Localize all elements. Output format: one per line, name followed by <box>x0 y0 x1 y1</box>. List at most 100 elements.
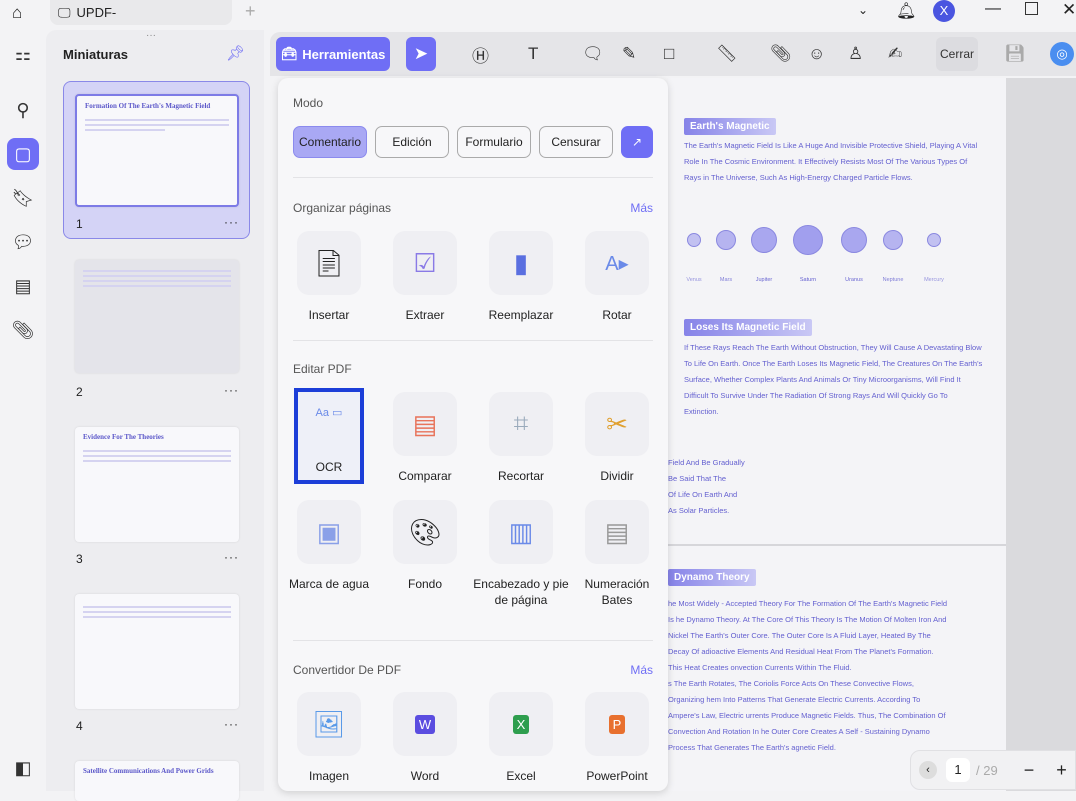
minimize-button[interactable]: — <box>985 0 1001 18</box>
divider <box>293 340 653 341</box>
tools-button[interactable]: 🧰︎ Herramientas <box>276 37 390 71</box>
header-footer-icon: ▥ <box>489 500 553 564</box>
organize-more-link[interactable]: Más <box>630 201 653 215</box>
grid-icon[interactable]: ⚏ <box>7 38 39 70</box>
attachment-file-icon[interactable]: ▤ <box>7 270 39 302</box>
page-options-button[interactable]: ··· <box>224 550 239 564</box>
convert-powerpoint-tool[interactable]: P PowerPoint <box>569 692 665 784</box>
thumbnail-page-3[interactable]: Evidence For The Theories <box>75 427 239 542</box>
tools-dropdown-panel: Modo Comentario Edición Formulario Censu… <box>278 78 668 791</box>
stamp-tool-button[interactable]: ♙ <box>848 37 863 71</box>
crop-icon: ⌗ <box>489 392 553 456</box>
convert-image-tool[interactable]: 🖼︎ Imagen <box>281 692 377 784</box>
bates-numbering-tool[interactable]: ▤ Numeración Bates <box>569 500 665 608</box>
page-options-button[interactable]: ··· <box>224 215 239 229</box>
highlight-tool-button[interactable]: Ⓗ <box>472 37 489 71</box>
signature-tool-button[interactable]: ✍︎ <box>888 37 902 71</box>
text-tool-button[interactable]: T <box>528 37 538 71</box>
document-view: Earth's Magnetic The Earth's Magnetic Fi… <box>668 78 1006 791</box>
sticker-tool-button[interactable]: ☺ <box>808 37 825 71</box>
pin-icon[interactable]: 📌︎ <box>226 44 245 62</box>
replace-tool[interactable]: ▮ Reemplazar <box>473 231 569 323</box>
thumbnail-page-5[interactable]: Satellite Communications And Power Grids <box>75 761 239 801</box>
pencil-tool-button[interactable]: ✎ <box>622 37 636 71</box>
planet-uranus <box>841 227 867 253</box>
rotate-pages-icon: A▸ <box>585 231 649 295</box>
planet-label: Mars <box>719 277 733 283</box>
planet-diagram: Venus Mars Jupiter Saturn Uranus Neptune Mercu… <box>678 223 948 293</box>
zoom-out-button[interactable]: − <box>1024 760 1035 781</box>
drag-handle[interactable]: ··· <box>146 30 156 41</box>
planet-label: Saturn <box>799 277 817 283</box>
chevron-down-icon[interactable]: ⌄ <box>858 3 868 17</box>
save-button[interactable]: 💾︎ <box>1004 37 1026 71</box>
planet-label: Jupiter <box>755 277 773 283</box>
thumbnail-page-1[interactable]: Formation Of The Earth's Magnetic Field <box>75 94 239 207</box>
maximize-button[interactable] <box>1025 2 1038 15</box>
shape-tool-button[interactable]: □ <box>664 37 674 71</box>
background-tool[interactable]: 🎨︎ Fondo <box>377 500 473 592</box>
bookmark-icon[interactable]: 🔖︎ <box>7 182 39 214</box>
search-icon[interactable]: ⚲ <box>7 94 39 126</box>
ocr-tool[interactable]: Aa ▭ OCR <box>294 388 364 484</box>
page-options-button[interactable]: ··· <box>224 717 239 731</box>
comment-icon[interactable]: 💬︎ <box>7 226 39 258</box>
watermark-tool[interactable]: ▣ Marca de agua <box>281 500 377 592</box>
convert-word-tool[interactable]: W Word <box>377 692 473 784</box>
thumbnails-icon[interactable]: ▢ <box>7 138 39 170</box>
planet-label: Mercury <box>924 277 944 283</box>
close-tools-button[interactable]: Cerrar <box>936 37 978 71</box>
toolbox-icon: 🧰︎ <box>280 46 298 61</box>
split-icon: ✂ <box>585 392 649 456</box>
page-options-button[interactable]: ··· <box>224 383 239 397</box>
planet-label: Neptune <box>882 277 904 283</box>
mode-redact-button[interactable]: Censurar <box>539 126 613 158</box>
thumbnail-panel: ··· Miniaturas 📌︎ Formation Of The Earth… <box>46 30 264 801</box>
background-palette-icon: 🎨︎ <box>393 500 457 564</box>
page-number-input[interactable]: 1 <box>946 758 970 782</box>
page-total: / 29 <box>976 762 998 778</box>
thumbnail-page-2[interactable] <box>75 260 239 373</box>
split-tool[interactable]: ✂ Dividir <box>569 392 665 484</box>
avatar[interactable]: X <box>933 0 955 22</box>
word-icon: W <box>393 692 457 756</box>
rotate-tool[interactable]: A▸ Rotar <box>569 231 665 323</box>
mode-form-button[interactable]: Formulario <box>457 126 531 158</box>
new-tab-button[interactable]: + <box>245 1 256 22</box>
zoom-in-button[interactable]: + <box>1056 760 1067 781</box>
insert-pages-icon: 📄︎ <box>297 231 361 295</box>
open-external-icon[interactable]: ↗ <box>621 126 653 158</box>
crop-tool[interactable]: ⌗ Recortar <box>473 392 569 484</box>
thumbnail-page-4[interactable] <box>75 594 239 709</box>
measure-tool-button[interactable]: 📏︎ <box>716 37 738 71</box>
updf-logo-icon[interactable]: ◧ <box>7 752 39 784</box>
powerpoint-icon: P <box>585 692 649 756</box>
document-tab[interactable]: 🖵 UPDF- <box>50 0 232 25</box>
ai-assistant-icon[interactable]: ◎ <box>1050 42 1074 66</box>
compare-tool[interactable]: ▤ Comparar <box>377 392 473 484</box>
prev-page-button[interactable]: ‹ <box>919 761 937 779</box>
mode-edit-button[interactable]: Edición <box>375 126 449 158</box>
planet-venus <box>687 233 701 247</box>
bates-icon: ▤ <box>585 500 649 564</box>
planet-neptune <box>883 230 903 250</box>
comment-tool-button[interactable]: 🗨︎ <box>582 37 604 71</box>
page-navigator: ‹ 1 / 29 − + <box>910 750 1076 790</box>
insert-tool[interactable]: 📄︎ Insertar <box>281 231 377 323</box>
toolbar: 🧰︎ Herramientas ➤ Ⓗ T 🗨︎ ✎ □ 📏︎ 📎︎ ☺ ♙ ✍︎… <box>270 32 1076 76</box>
extract-tool[interactable]: ☑ Extraer <box>377 231 473 323</box>
home-icon[interactable]: ⌂ <box>12 3 22 23</box>
close-window-button[interactable]: ✕ <box>1062 0 1076 20</box>
bell-icon[interactable]: 🔔︎ <box>896 1 916 21</box>
paperclip-icon[interactable]: 📎︎ <box>7 314 39 346</box>
planet-jupiter <box>751 227 777 253</box>
convert-excel-tool[interactable]: X Excel <box>473 692 569 784</box>
convert-more-link[interactable]: Más <box>630 663 653 677</box>
mode-comment-button[interactable]: Comentario <box>293 126 367 158</box>
header-footer-tool[interactable]: ▥ Encabezado y pie de página <box>473 500 569 608</box>
select-tool-button[interactable]: ➤ <box>406 37 436 71</box>
page-break <box>668 544 1006 546</box>
document-background <box>1006 78 1076 791</box>
attach-tool-button[interactable]: 📎︎ <box>770 37 792 71</box>
excel-icon: X <box>489 692 553 756</box>
